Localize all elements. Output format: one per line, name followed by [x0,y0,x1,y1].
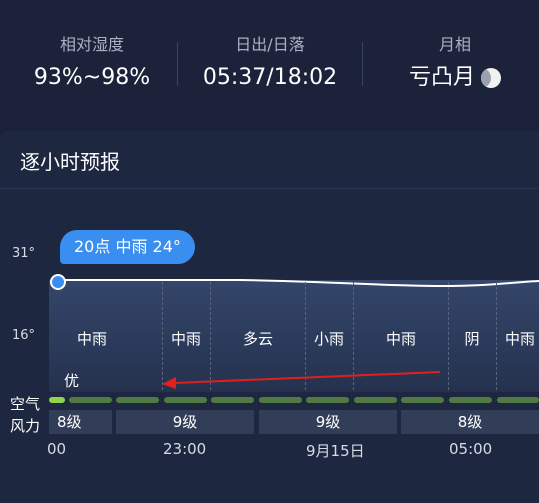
wind-level-segment: 9级 [259,410,397,434]
time-label: 00 [47,440,67,458]
time-label: 23:00 [163,440,207,458]
time-label: 05:00 [449,440,493,458]
wind-level-segment: 8级 [49,410,112,434]
time-label: 9月15日 [306,442,365,460]
wind-level-segment: 9级 [116,410,254,434]
wind-level-segment: 8级 [401,410,539,434]
